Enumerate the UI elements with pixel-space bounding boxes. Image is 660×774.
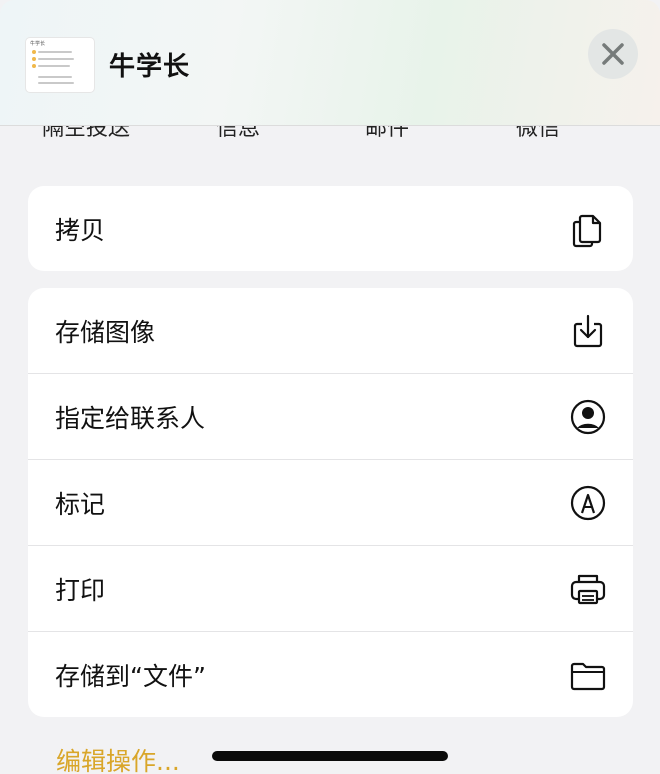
share-targets-row: 隔空投送 信息 邮件 微信 xyxy=(0,125,660,138)
action-markup[interactable]: 标记 xyxy=(28,460,633,546)
action-label: 存储图像 xyxy=(55,317,156,347)
copy-icon xyxy=(572,214,602,247)
share-header: 牛学长 牛学长 xyxy=(0,0,660,125)
folder-icon xyxy=(570,662,606,690)
share-target-mail[interactable]: 邮件 xyxy=(365,126,409,138)
actions-card: 存储图像 指定给联系人 标记 打印 存储到“文件” xyxy=(28,288,633,717)
action-label: 打印 xyxy=(55,575,106,605)
copy-label: 拷贝 xyxy=(55,215,106,245)
share-title: 牛学长 xyxy=(109,52,191,82)
action-label: 指定给联系人 xyxy=(55,403,206,433)
home-indicator xyxy=(212,751,448,761)
close-icon xyxy=(602,43,624,65)
copy-card: 拷贝 xyxy=(28,186,633,271)
share-target-messages[interactable]: 信息 xyxy=(216,126,260,138)
printer-icon xyxy=(570,574,606,604)
save-image-icon xyxy=(573,314,603,347)
thumbnail-title: 牛学长 xyxy=(30,41,46,47)
action-save-to-files[interactable]: 存储到“文件” xyxy=(28,632,633,717)
action-assign-contact[interactable]: 指定给联系人 xyxy=(28,374,633,460)
document-thumbnail: 牛学长 xyxy=(26,38,94,92)
contact-icon xyxy=(570,399,606,434)
action-save-image[interactable]: 存储图像 xyxy=(28,288,633,374)
close-button[interactable] xyxy=(588,29,638,79)
copy-row[interactable]: 拷贝 xyxy=(28,186,633,271)
action-label: 存储到“文件” xyxy=(55,661,206,691)
action-label: 标记 xyxy=(55,489,106,519)
share-sheet: 牛学长 牛学长 隔空投送 信息 邮件 微信 拷贝 存储图像 指定给联系人 标记 … xyxy=(0,0,660,774)
share-target-wechat[interactable]: 微信 xyxy=(516,126,560,138)
edit-actions-link[interactable]: 编辑操作... xyxy=(56,742,180,774)
markup-icon xyxy=(570,485,606,520)
share-target-airdrop[interactable]: 隔空投送 xyxy=(42,126,130,138)
action-print[interactable]: 打印 xyxy=(28,546,633,632)
